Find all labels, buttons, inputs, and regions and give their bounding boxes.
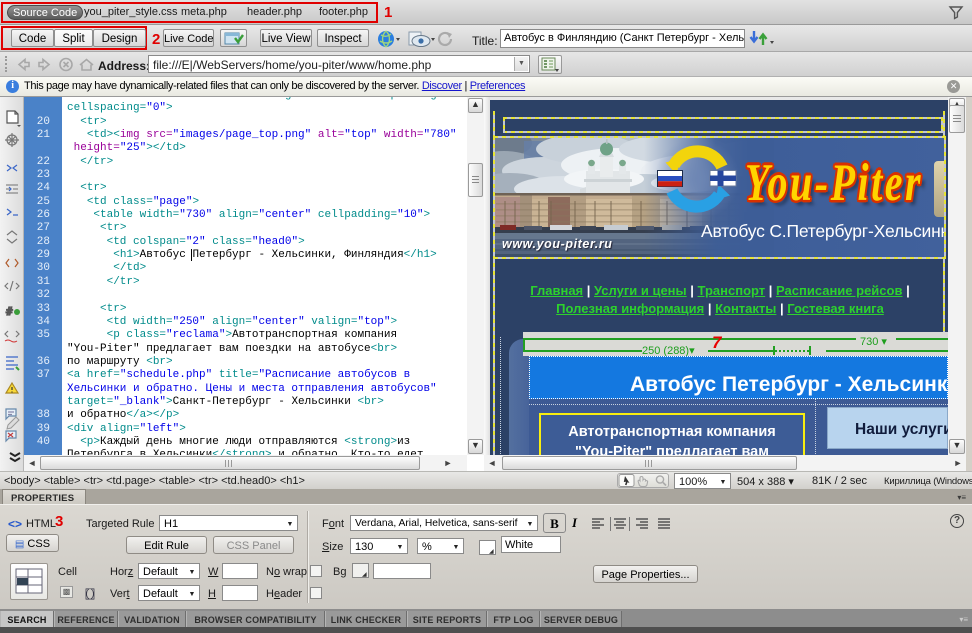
svg-text:#: #	[6, 305, 13, 318]
